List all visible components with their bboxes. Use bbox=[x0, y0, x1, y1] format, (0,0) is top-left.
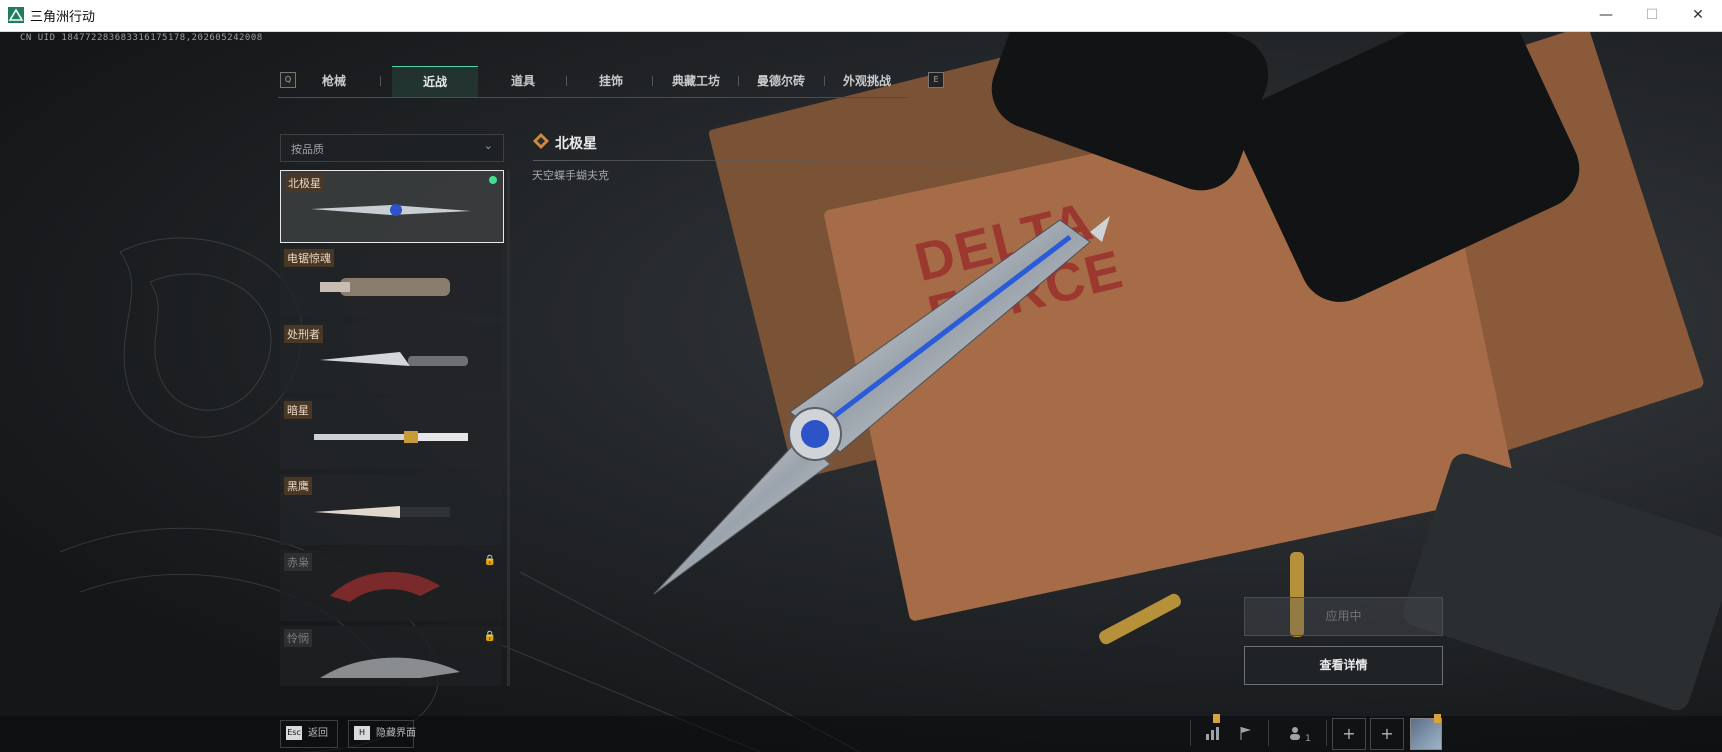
tab-mandel-brick[interactable]: 曼德尔砖 bbox=[738, 66, 824, 96]
friends-icon bbox=[1290, 727, 1301, 740]
tab-divider bbox=[380, 76, 381, 86]
diamond-icon bbox=[533, 133, 549, 149]
friends-button[interactable]: 1 bbox=[1278, 718, 1322, 748]
h-key: H bbox=[354, 726, 370, 740]
bottom-bar bbox=[0, 716, 1722, 752]
bottom-divider bbox=[1326, 720, 1327, 746]
view-details-button[interactable]: 查看详情 bbox=[1244, 646, 1443, 685]
esc-key: Esc bbox=[286, 726, 302, 740]
tab-divider bbox=[566, 76, 567, 86]
window-titlebar: 三角洲行动 — ☐ ✕ bbox=[0, 0, 1722, 32]
hide-ui-hint-content: H 隐藏界面 bbox=[354, 724, 416, 744]
tab-melee[interactable]: 近战 bbox=[392, 66, 478, 98]
window-title: 三角洲行动 bbox=[30, 10, 96, 25]
weapon-card-red-owl[interactable]: 赤枭 🔒 bbox=[280, 550, 502, 621]
weapon-card-dark-star[interactable]: 暗星 bbox=[280, 398, 502, 469]
notification-badge bbox=[1213, 714, 1220, 723]
weapon-card-black-hawk[interactable]: 黑鹰 bbox=[280, 474, 502, 545]
maximize-button[interactable]: ☐ bbox=[1629, 0, 1675, 31]
knife-thumbnail bbox=[311, 204, 471, 216]
weapon-card-chainsaw[interactable]: 电锯惊魂 bbox=[280, 246, 502, 317]
in-use-button[interactable]: 应用中 bbox=[1244, 597, 1443, 636]
weapon-card-mercy[interactable]: 怜悯 🔒 bbox=[280, 626, 502, 686]
back-label: 返回 bbox=[308, 728, 328, 739]
featured-knife-image bbox=[653, 216, 1110, 595]
knife-thumbnail bbox=[320, 278, 450, 296]
minimize-button[interactable]: — bbox=[1583, 0, 1629, 31]
category-tabs: 枪械 近战 道具 挂饰 典藏工坊 曼德尔砖 外观挑战 bbox=[278, 66, 910, 98]
tab-collection-workshop[interactable]: 典藏工坊 bbox=[653, 66, 739, 96]
title-divider bbox=[533, 160, 1053, 161]
chevron-down-icon: ⌄ bbox=[483, 139, 493, 152]
weapon-card-executioner[interactable]: 处刑者 bbox=[280, 322, 502, 393]
lock-icon: 🔒 bbox=[483, 555, 496, 566]
tab-underline bbox=[278, 97, 908, 98]
knife-thumbnail bbox=[320, 352, 468, 366]
knife-thumbnail bbox=[330, 572, 440, 602]
close-button[interactable]: ✕ bbox=[1675, 0, 1721, 31]
tab-skin-challenge[interactable]: 外观挑战 bbox=[824, 66, 910, 96]
game-scene: DELTAFORCE bbox=[0, 32, 1722, 752]
weapon-list-scrollbar[interactable] bbox=[507, 170, 510, 686]
quality-filter-dropdown[interactable]: 按品质 ⌄ bbox=[280, 134, 504, 162]
bottom-divider bbox=[1190, 720, 1191, 746]
app-icon bbox=[8, 7, 24, 23]
back-hint-content: Esc 返回 bbox=[286, 724, 328, 744]
filter-label: 按品质 bbox=[291, 143, 324, 156]
equipped-indicator bbox=[489, 176, 497, 184]
tab-items[interactable]: 道具 bbox=[480, 66, 566, 96]
knife-thumbnail bbox=[320, 657, 460, 678]
lock-icon: 🔒 bbox=[483, 631, 496, 642]
flag-icon[interactable] bbox=[1228, 718, 1264, 748]
tab-next-key[interactable]: E bbox=[928, 72, 944, 88]
knife-thumbnail bbox=[314, 506, 450, 518]
selected-weapon-name: 北极星 bbox=[555, 136, 597, 152]
invite-slot-button[interactable]: + bbox=[1370, 718, 1404, 750]
friends-count: 1 bbox=[1305, 734, 1311, 744]
weapon-card-polaris[interactable]: 北极星 bbox=[280, 170, 504, 243]
tab-guns[interactable]: 枪械 bbox=[291, 66, 377, 96]
knife-thumbnail bbox=[314, 431, 468, 443]
hide-ui-label: 隐藏界面 bbox=[376, 728, 416, 739]
bottom-divider bbox=[1268, 720, 1269, 746]
selected-weapon-subtitle: 天空蝶手蝴夫克 bbox=[532, 169, 609, 182]
tab-charms[interactable]: 挂饰 bbox=[568, 66, 654, 96]
weapon-list: 北极星 电锯惊魂 处刑者 暗星 黑鹰 赤枭 🔒 怜悯 🔒 bbox=[280, 170, 510, 686]
invite-slot-button[interactable]: + bbox=[1332, 718, 1366, 750]
avatar-badge bbox=[1434, 714, 1441, 723]
uid-text: CN UID 184772283683316175178,20260524200… bbox=[20, 33, 263, 43]
